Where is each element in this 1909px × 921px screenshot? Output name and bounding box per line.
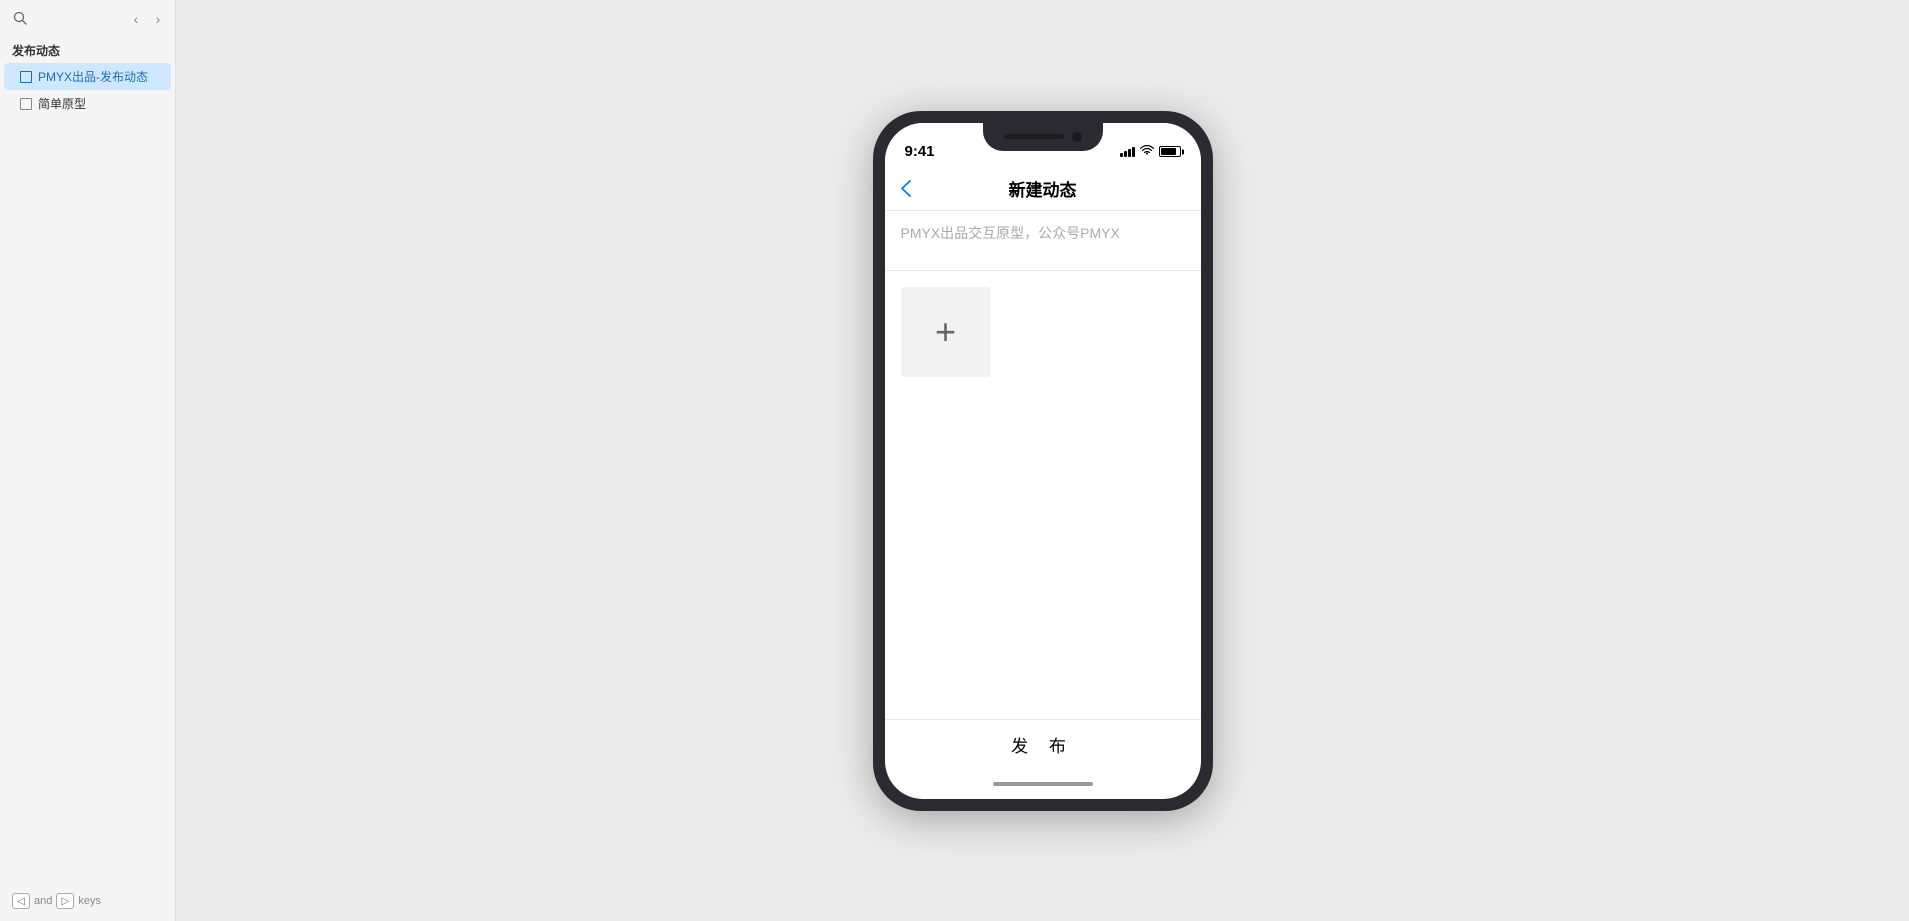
main-area: 9:41 <box>176 0 1909 921</box>
sidebar-bottom-hint: ◁ and ▷ keys <box>0 893 175 909</box>
signal-bars-icon <box>1120 147 1135 157</box>
phone-content: PMYX出品交互原型，公众号PMYX + <box>885 211 1201 719</box>
notch-camera <box>1072 132 1082 142</box>
status-icons <box>1120 145 1181 159</box>
sidebar: ‹ › 发布动态 PMYX出品-发布动态 简单原型 ◁ and ▷ keys <box>0 0 176 921</box>
sidebar-section-title: 发布动态 <box>0 36 175 63</box>
text-input-area[interactable]: PMYX出品交互原型，公众号PMYX <box>885 211 1201 271</box>
nav-forward-button[interactable]: › <box>149 10 167 28</box>
sidebar-search-area: ‹ › <box>0 0 175 36</box>
add-image-button[interactable]: + <box>901 287 991 377</box>
sidebar-item-label: 简单原型 <box>38 95 86 112</box>
nav-back-button[interactable]: ‹ <box>127 10 145 28</box>
publish-button[interactable]: 发 布 <box>1011 732 1074 757</box>
search-icon[interactable] <box>12 10 28 26</box>
home-bar <box>993 782 1093 786</box>
phone-notch <box>983 123 1103 151</box>
shortcut-key-2: ▷ <box>56 893 74 909</box>
signal-bar-3 <box>1128 149 1131 157</box>
signal-bar-1 <box>1120 153 1123 157</box>
text-placeholder: PMYX出品交互原型，公众号PMYX <box>901 225 1120 241</box>
phone-status-bar: 9:41 <box>885 123 1201 167</box>
sidebar-item-label: PMYX出品-发布动态 <box>38 68 148 85</box>
sidebar-item-icon <box>20 98 32 110</box>
signal-bar-4 <box>1132 147 1135 157</box>
battery-icon <box>1159 146 1181 157</box>
sidebar-item-pmyx-post[interactable]: PMYX出品-发布动态 <box>4 63 171 90</box>
phone-screen: 9:41 <box>885 123 1201 799</box>
shortcut-and-text: and <box>34 895 52 907</box>
phone-nav-bar: 新建动态 <box>885 167 1201 211</box>
phone-bottom-bar: 发 布 <box>885 719 1201 769</box>
phone-home-indicator <box>885 769 1201 799</box>
nav-title: 新建动态 <box>1009 176 1077 201</box>
phone-mockup: 9:41 <box>873 111 1213 811</box>
notch-speaker <box>1004 134 1064 139</box>
shortcut-keys-label: keys <box>78 895 101 907</box>
sidebar-nav-buttons: ‹ › <box>127 10 167 28</box>
status-time: 9:41 <box>905 143 935 160</box>
image-upload-area: + <box>885 271 1201 393</box>
nav-back-button[interactable] <box>901 180 911 197</box>
plus-icon: + <box>935 314 956 350</box>
shortcut-key-1: ◁ <box>12 893 30 909</box>
battery-fill <box>1161 148 1176 155</box>
sidebar-item-simple-prototype[interactable]: 简单原型 <box>4 90 171 117</box>
sidebar-item-icon <box>20 71 32 83</box>
wifi-icon <box>1140 145 1154 159</box>
signal-bar-2 <box>1124 151 1127 157</box>
